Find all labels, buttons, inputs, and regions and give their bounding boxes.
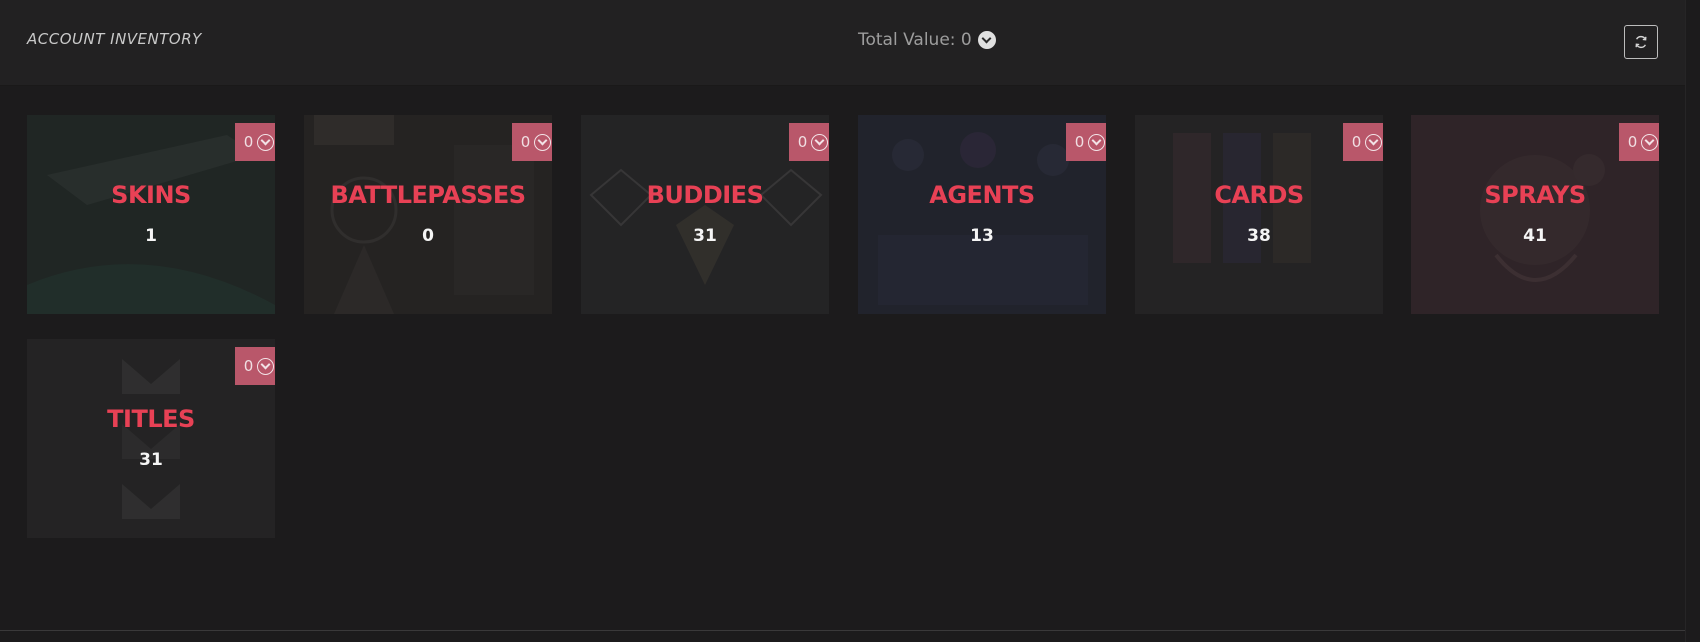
- page-title: ACCOUNT INVENTORY: [27, 30, 202, 48]
- category-label: AGENTS: [929, 181, 1035, 209]
- valorant-points-icon: [257, 133, 275, 151]
- valorant-points-icon: [257, 357, 275, 375]
- total-value: Total Value: 0: [858, 30, 996, 50]
- valorant-points-icon: [534, 133, 552, 151]
- category-count: 41: [1523, 226, 1547, 246]
- category-count: 13: [970, 226, 994, 246]
- scrollbar[interactable]: [1685, 0, 1700, 642]
- category-card-titles[interactable]: 0 TITLES 31: [27, 339, 275, 538]
- value-badge: 0: [235, 123, 275, 161]
- category-card-agents[interactable]: 0 AGENTS 13: [858, 115, 1106, 314]
- category-card-battlepasses[interactable]: 0 BATTLEPASSES 0: [304, 115, 552, 314]
- category-count: 38: [1247, 226, 1271, 246]
- valorant-points-icon: [811, 133, 829, 151]
- category-count: 1: [145, 226, 157, 246]
- category-count: 31: [139, 450, 163, 470]
- category-label: BUDDIES: [646, 181, 764, 209]
- valorant-points-icon: [977, 31, 996, 49]
- refresh-icon: [1635, 35, 1647, 49]
- valorant-points-icon: [1365, 133, 1383, 151]
- category-count: 31: [693, 226, 717, 246]
- valorant-points-icon: [1088, 133, 1106, 151]
- category-label: SPRAYS: [1484, 181, 1586, 209]
- category-card-buddies[interactable]: 0 BUDDIES 31: [581, 115, 829, 314]
- value-badge: 0: [789, 123, 829, 161]
- category-card-cards[interactable]: 0 CARDS 38: [1135, 115, 1383, 314]
- value-badge: 0: [1066, 123, 1106, 161]
- category-label: TITLES: [107, 405, 195, 433]
- bottom-divider: [0, 630, 1685, 631]
- category-label: CARDS: [1214, 181, 1304, 209]
- refresh-button[interactable]: [1624, 25, 1658, 59]
- category-card-sprays[interactable]: 0 SPRAYS 41: [1411, 115, 1659, 314]
- category-label: BATTLEPASSES: [330, 181, 526, 209]
- value-badge: 0: [512, 123, 552, 161]
- category-label: SKINS: [111, 181, 191, 209]
- total-value-label: Total Value: 0: [858, 30, 972, 50]
- value-badge: 0: [1619, 123, 1659, 161]
- value-badge: 0: [1343, 123, 1383, 161]
- valorant-points-icon: [1641, 133, 1659, 151]
- header-bar: ACCOUNT INVENTORY Total Value: 0: [0, 0, 1685, 86]
- category-count: 0: [422, 226, 434, 246]
- category-card-skins[interactable]: 0 SKINS 1: [27, 115, 275, 314]
- value-badge: 0: [235, 347, 275, 385]
